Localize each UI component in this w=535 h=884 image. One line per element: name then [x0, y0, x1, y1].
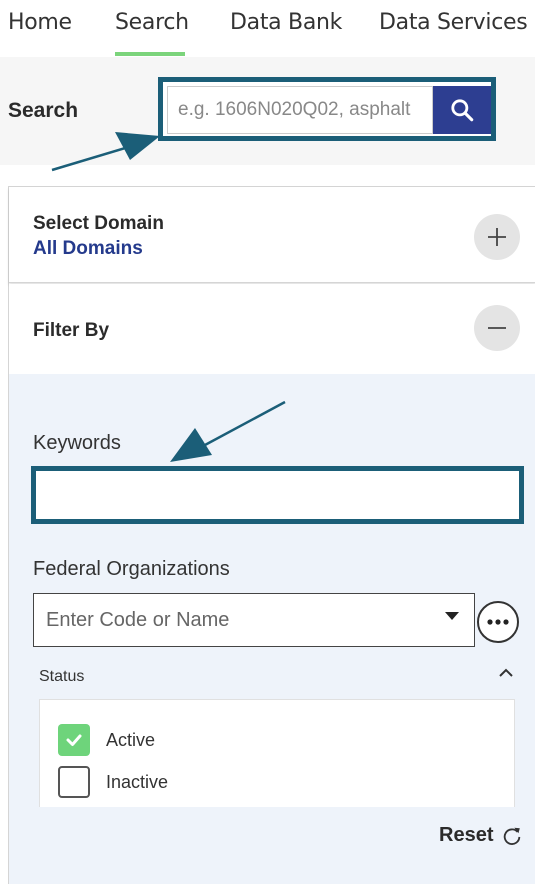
filter-body: Keywords Federal Organizations Status	[9, 374, 535, 884]
filter-panel: Select Domain All Domains Filter By Keyw…	[8, 186, 535, 884]
minus-icon	[488, 327, 506, 329]
checkbox-unchecked[interactable]	[58, 766, 90, 798]
status-option-inactive[interactable]: Inactive	[58, 766, 168, 798]
nav-data-bank[interactable]: Data Bank	[230, 10, 342, 35]
select-domain-row[interactable]: Select Domain All Domains	[9, 187, 535, 283]
search-icon	[451, 99, 474, 122]
domain-expand-button[interactable]	[474, 214, 520, 260]
top-nav: Home Search Data Bank Data Services	[0, 0, 535, 57]
checkbox-checked[interactable]	[58, 724, 90, 756]
status-option-label: Inactive	[106, 771, 169, 792]
more-dots-icon	[487, 619, 509, 625]
keywords-input[interactable]	[36, 471, 519, 519]
filter-by-row[interactable]: Filter By	[9, 284, 535, 374]
nav-active-underline	[115, 52, 185, 56]
status-option-active[interactable]: Active	[58, 724, 155, 756]
nav-home[interactable]: Home	[8, 10, 72, 35]
keywords-highlight	[31, 466, 524, 524]
check-icon	[66, 734, 82, 746]
federal-orgs-more-button[interactable]	[477, 601, 519, 643]
search-box-highlight	[158, 77, 496, 141]
filter-collapse-button[interactable]	[474, 305, 520, 351]
select-domain-value: All Domains	[33, 238, 143, 259]
chevron-up-icon[interactable]	[495, 662, 517, 684]
select-domain-title: Select Domain	[33, 213, 164, 234]
search-band: Search	[0, 57, 535, 165]
nav-data-services[interactable]: Data Services	[379, 10, 528, 35]
plus-icon	[488, 228, 506, 246]
caret-down-icon[interactable]	[442, 606, 462, 626]
nav-search[interactable]: Search	[115, 10, 189, 35]
search-button[interactable]	[433, 86, 491, 134]
keywords-label: Keywords	[33, 432, 121, 454]
search-label: Search	[8, 99, 79, 122]
federal-orgs-label: Federal Organizations	[33, 558, 230, 580]
federal-orgs-select[interactable]	[33, 593, 475, 647]
status-label: Status	[39, 668, 85, 685]
reset-label: Reset	[439, 824, 494, 846]
refresh-icon	[504, 827, 521, 845]
status-option-label: Active	[106, 729, 156, 750]
search-input[interactable]	[167, 86, 433, 134]
status-options: Active Inactive	[39, 699, 515, 807]
federal-orgs-input[interactable]	[34, 594, 434, 646]
filter-by-title: Filter By	[33, 320, 110, 341]
reset-button[interactable]: Reset	[439, 824, 523, 847]
